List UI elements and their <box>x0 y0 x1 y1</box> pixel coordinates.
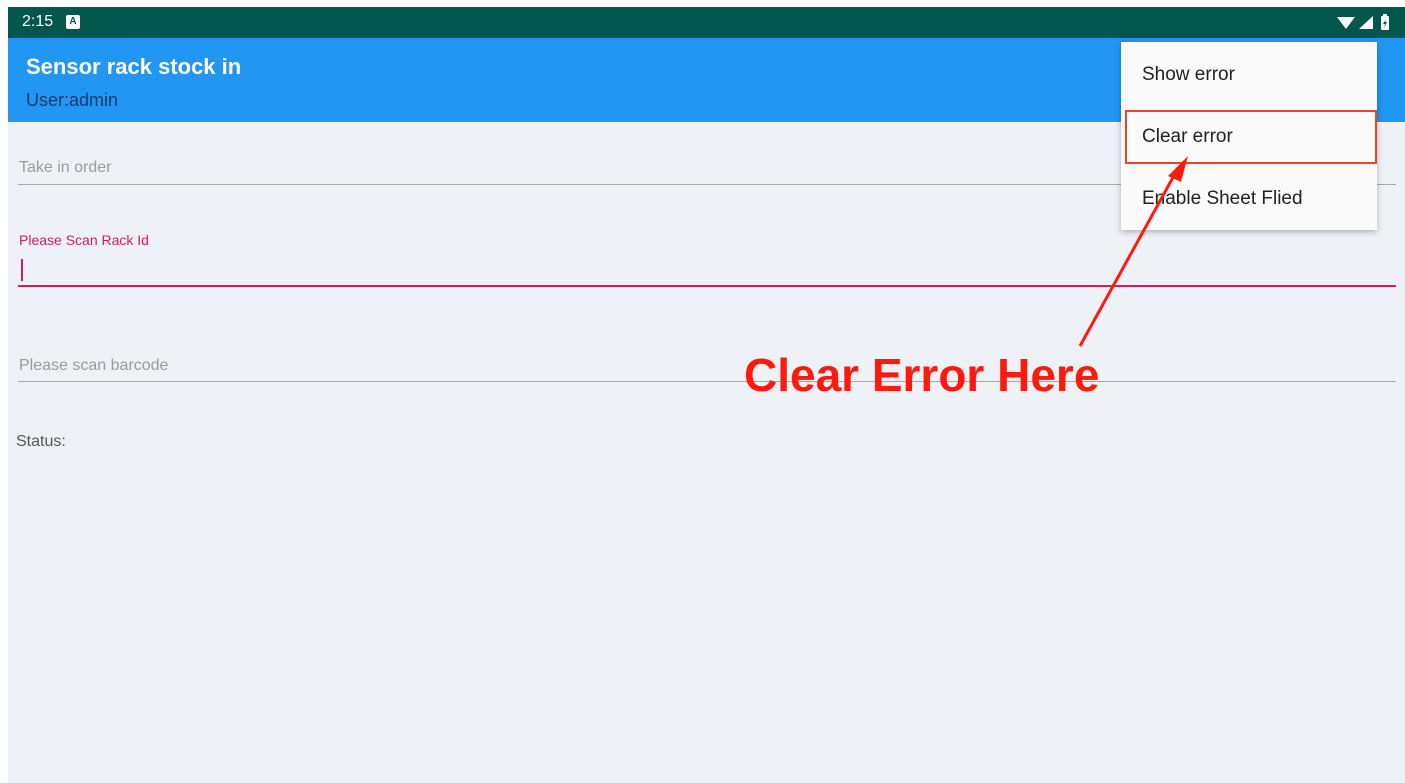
annotation-arrow <box>1078 156 1188 347</box>
annotation-label: Clear Error Here <box>744 349 1100 401</box>
